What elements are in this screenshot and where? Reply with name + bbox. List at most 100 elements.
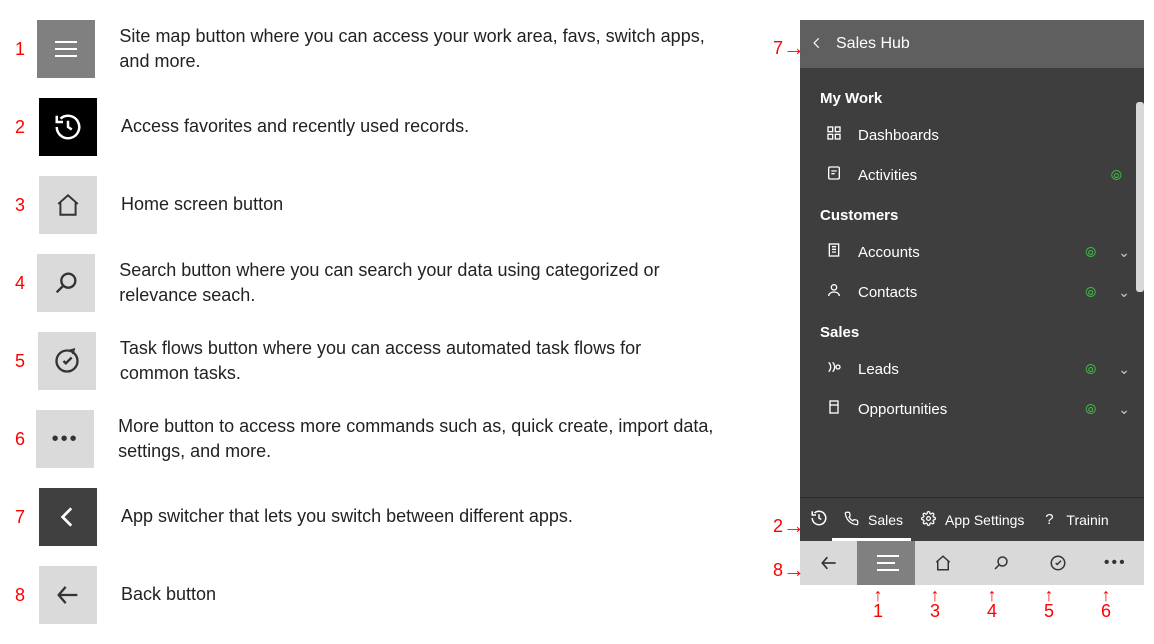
nav-item-accounts[interactable]: Accounts ⦾ ⌄ [800, 232, 1144, 272]
nav-label: Dashboards [858, 127, 1130, 144]
help-icon: ? [1038, 511, 1060, 528]
more-tile: ••• [36, 410, 94, 468]
legend-number: 6 [15, 429, 26, 450]
hamburger-icon [55, 48, 77, 50]
legend-desc: Home screen button [121, 192, 283, 217]
area-item-sales[interactable]: Sales [836, 511, 907, 529]
scrollbar[interactable] [1136, 102, 1144, 292]
legend-row: 4 Search button where you can search you… [15, 254, 715, 312]
legend-desc: Site map button where you can access you… [119, 24, 715, 74]
dashboard-icon [824, 125, 844, 145]
callout-number: 1 [873, 601, 883, 621]
nav-item-contacts[interactable]: Contacts ⦾ ⌄ [800, 272, 1144, 312]
accounts-icon [824, 242, 844, 262]
offline-icon: ⦾ [1085, 284, 1096, 301]
callout-5: ↑5 [1044, 590, 1054, 622]
offline-icon: ⦾ [1111, 167, 1122, 184]
callout-number: 3 [930, 601, 940, 621]
offline-icon: ⦾ [1085, 401, 1096, 418]
arrow-up-icon: ↑ [873, 590, 883, 601]
legend-row: 3 Home screen button [15, 176, 715, 234]
callout-8: 8→ [773, 557, 805, 583]
legend-number: 1 [15, 39, 27, 60]
search-icon [52, 269, 80, 297]
legend-number: 4 [15, 273, 27, 294]
recent-tile [39, 98, 97, 156]
legend-row: 7 App switcher that lets you switch betw… [15, 488, 715, 546]
more-button[interactable]: ••• [1087, 541, 1144, 585]
legend-desc: More button to access more commands such… [118, 414, 715, 464]
chevron-down-icon[interactable]: ⌄ [1118, 284, 1130, 301]
arrow-right-icon: → [783, 557, 805, 583]
search-button[interactable] [972, 541, 1029, 585]
offline-icon: ⦾ [1085, 361, 1096, 378]
nav-label: Activities [858, 167, 1097, 184]
arrow-right-icon: → [783, 35, 805, 61]
nav-label: Leads [858, 361, 1071, 378]
home-icon [55, 192, 81, 218]
gear-icon [917, 511, 939, 529]
area-item-training[interactable]: ? Trainin [1034, 511, 1112, 528]
callout-2: 2→ [773, 513, 805, 539]
bottom-callouts: ↑1 ↑3 ↑4 ↑5 ↑6 [853, 590, 1153, 630]
nav-label: Accounts [858, 244, 1071, 261]
home-tile [39, 176, 97, 234]
taskflow-icon [1049, 554, 1067, 572]
area-item-appsettings[interactable]: App Settings [913, 511, 1028, 529]
sitemap-tile [37, 20, 95, 78]
hamburger-icon [877, 562, 895, 564]
legend-desc: Back button [121, 582, 216, 607]
legend-number: 8 [15, 585, 29, 606]
chevron-left-icon [810, 34, 824, 55]
offline-icon: ⦾ [1085, 244, 1096, 261]
legend-desc: Task flows button where you can access a… [120, 336, 715, 386]
search-icon [992, 554, 1010, 572]
chevron-down-icon[interactable]: ⌄ [1118, 361, 1130, 378]
legend-desc: App switcher that lets you switch betwee… [121, 504, 573, 529]
nav-item-activities[interactable]: Activities ⦾ [800, 155, 1144, 195]
search-tile [37, 254, 95, 312]
section-title-mywork: My Work [800, 78, 1144, 115]
bottom-nav-bar: ••• [800, 541, 1144, 585]
section-title-customers: Customers [800, 195, 1144, 232]
legend-row: 1 Site map button where you can access y… [15, 20, 715, 78]
leads-icon [824, 359, 844, 379]
nav-scroll-area: My Work Dashboards Activities ⦾ Customer… [800, 68, 1144, 497]
callout-3: ↑3 [930, 590, 940, 622]
app-sitemap-panel: Sales Hub My Work Dashboards Activities … [800, 20, 1144, 585]
home-icon [934, 554, 952, 572]
arrow-left-icon [54, 581, 82, 609]
app-switcher-header[interactable]: Sales Hub [800, 20, 1144, 68]
app-title: Sales Hub [836, 35, 910, 53]
legend-row: 2 Access favorites and recently used rec… [15, 98, 715, 156]
area-label: App Settings [945, 512, 1024, 528]
arrow-up-icon: ↑ [987, 590, 997, 601]
appswitch-tile [39, 488, 97, 546]
legend-desc: Search button where you can search your … [119, 258, 715, 308]
legend-number: 2 [15, 117, 29, 138]
callout-7: 7→ [773, 35, 805, 61]
callout-number: 4 [987, 601, 997, 621]
activities-icon [824, 165, 844, 185]
legend-number: 5 [15, 351, 28, 372]
arrow-left-icon [819, 553, 839, 573]
callout-4: ↑4 [987, 590, 997, 622]
back-button[interactable] [800, 541, 857, 585]
chevron-down-icon[interactable]: ⌄ [1118, 401, 1130, 418]
callout-number: 8 [773, 560, 783, 581]
nav-item-opportunities[interactable]: Opportunities ⦾ ⌄ [800, 389, 1144, 429]
arrow-up-icon: ↑ [1101, 590, 1111, 601]
taskflow-icon [53, 347, 81, 375]
nav-item-dashboards[interactable]: Dashboards [800, 115, 1144, 155]
sitemap-button[interactable] [857, 541, 914, 585]
nav-label: Contacts [858, 284, 1071, 301]
callout-number: 7 [773, 38, 783, 59]
home-button[interactable] [915, 541, 972, 585]
taskflow-button[interactable] [1029, 541, 1086, 585]
area-label: Sales [868, 512, 903, 528]
arrow-up-icon: ↑ [1044, 590, 1054, 601]
recent-icon[interactable] [808, 509, 830, 531]
callout-number: 5 [1044, 601, 1054, 621]
chevron-down-icon[interactable]: ⌄ [1118, 244, 1130, 261]
nav-item-leads[interactable]: Leads ⦾ ⌄ [800, 349, 1144, 389]
